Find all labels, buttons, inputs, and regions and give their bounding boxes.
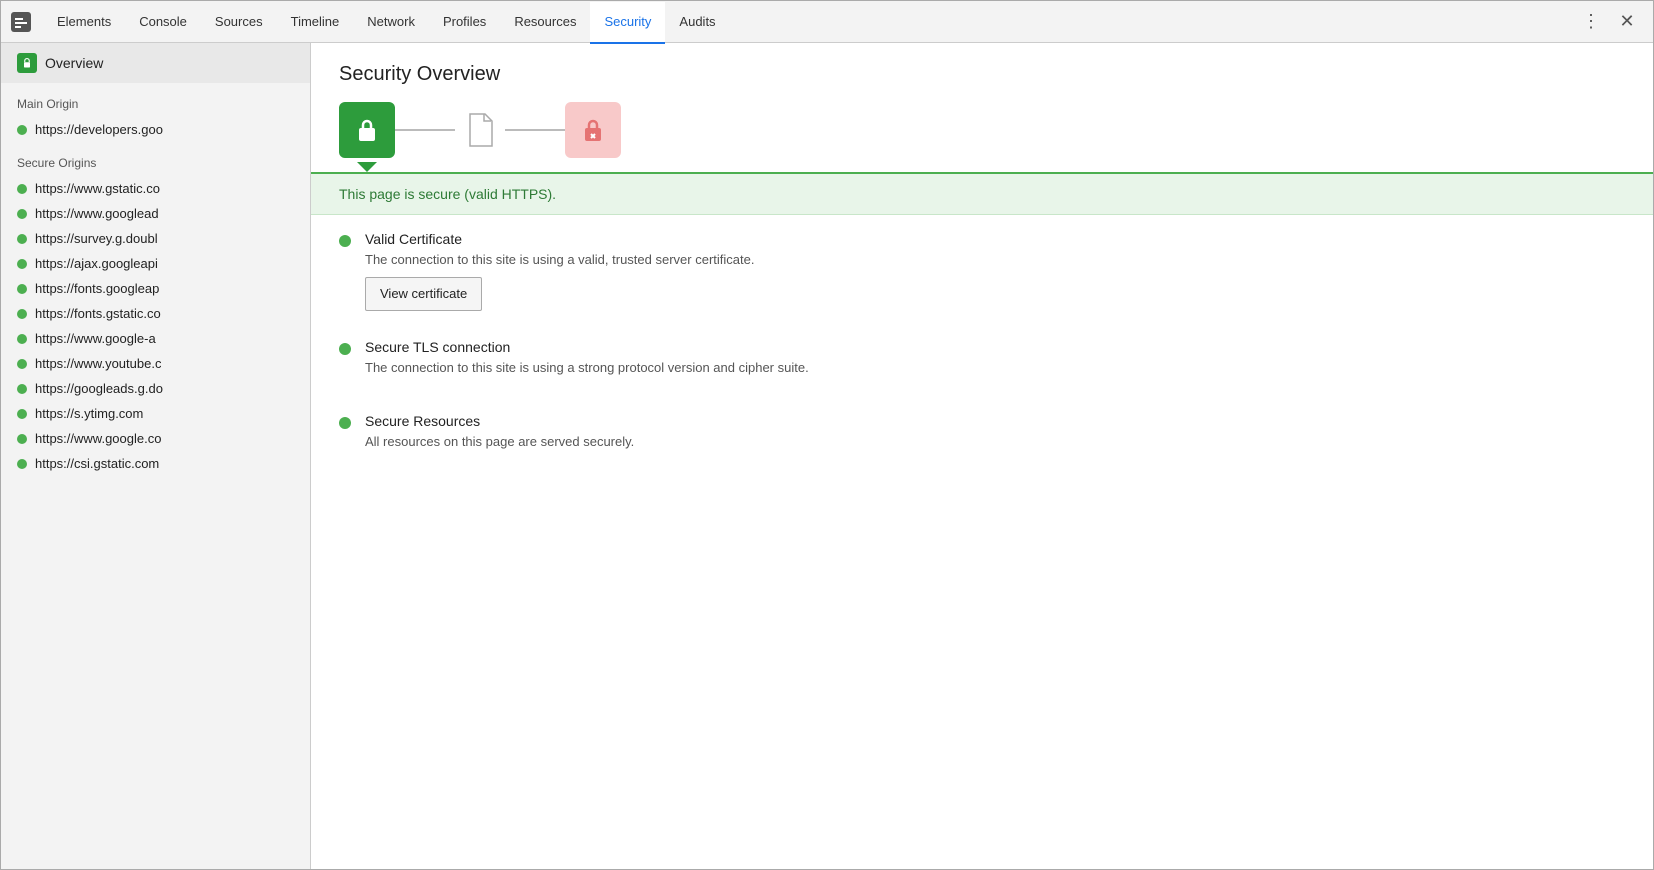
tab-timeline[interactable]: Timeline xyxy=(277,2,354,44)
origin-status-dot xyxy=(17,459,27,469)
tab-elements[interactable]: Elements xyxy=(43,2,125,44)
origin-status-dot xyxy=(17,434,27,444)
right-panel: Security Overview xyxy=(311,43,1653,869)
security-item-dot xyxy=(339,343,351,355)
security-diagram xyxy=(311,102,1653,158)
tab-sources[interactable]: Sources xyxy=(201,2,277,44)
list-item[interactable]: https://fonts.gstatic.co xyxy=(1,301,310,326)
document-icon xyxy=(455,102,505,158)
origin-status-dot xyxy=(17,184,27,194)
list-item[interactable]: https://survey.g.doubl xyxy=(1,226,310,251)
overview-lock-icon xyxy=(17,53,37,73)
origin-url: https://csi.gstatic.com xyxy=(35,456,159,471)
security-item-title: Secure Resources xyxy=(365,413,1625,429)
list-item[interactable]: https://ajax.googleapi xyxy=(1,251,310,276)
tab-console[interactable]: Console xyxy=(125,2,201,44)
diagram-pointer xyxy=(357,162,377,172)
devtools-frame: Elements Console Sources Timeline Networ… xyxy=(0,0,1654,870)
origin-url: https://www.googlead xyxy=(35,206,159,221)
security-item-title: Valid Certificate xyxy=(365,231,1625,247)
security-item-content: Valid Certificate The connection to this… xyxy=(365,231,1625,311)
origin-url: https://fonts.gstatic.co xyxy=(35,306,161,321)
view-certificate-button[interactable]: View certificate xyxy=(365,277,482,311)
connector-line-2 xyxy=(505,129,565,131)
security-item-description: All resources on this page are served se… xyxy=(365,434,1625,449)
main-origin-item[interactable]: https://developers.goo xyxy=(1,117,310,142)
list-item[interactable]: https://fonts.googleap xyxy=(1,276,310,301)
tab-audits[interactable]: Audits xyxy=(665,2,729,44)
origin-status-dot xyxy=(17,284,27,294)
origin-url: https://s.ytimg.com xyxy=(35,406,143,421)
main-content: Overview Main Origin https://developers.… xyxy=(1,43,1653,869)
sidebar-overview-label: Overview xyxy=(45,55,103,71)
origin-status-dot xyxy=(17,359,27,369)
main-origin-title: Main Origin xyxy=(1,83,310,117)
security-item-dot xyxy=(339,417,351,429)
origin-url: https://googleads.g.do xyxy=(35,381,163,396)
origin-status-dot xyxy=(17,125,27,135)
status-banner: This page is secure (valid HTTPS). xyxy=(311,172,1653,215)
insecure-lock-icon xyxy=(565,102,621,158)
origin-url: https://survey.g.doubl xyxy=(35,231,158,246)
security-item-description: The connection to this site is using a s… xyxy=(365,360,1625,375)
connector-line-1 xyxy=(395,129,455,131)
devtools-logo xyxy=(5,6,37,38)
tab-bar-actions: ⋮ ✕ xyxy=(1577,8,1649,36)
secure-origins-title: Secure Origins xyxy=(1,142,310,176)
list-item[interactable]: https://googleads.g.do xyxy=(1,376,310,401)
tab-bar: Elements Console Sources Timeline Networ… xyxy=(1,1,1653,43)
security-item-dot xyxy=(339,235,351,247)
list-item[interactable]: https://s.ytimg.com xyxy=(1,401,310,426)
sidebar-overview-item[interactable]: Overview xyxy=(1,43,310,83)
security-item-title: Secure TLS connection xyxy=(365,339,1625,355)
origin-status-dot xyxy=(17,384,27,394)
origin-url: https://www.google.co xyxy=(35,431,161,446)
origin-url: https://www.youtube.c xyxy=(35,356,161,371)
list-item[interactable]: https://www.youtube.c xyxy=(1,351,310,376)
tab-profiles[interactable]: Profiles xyxy=(429,2,500,44)
origin-status-dot xyxy=(17,334,27,344)
origin-status-dot xyxy=(17,259,27,269)
list-item[interactable]: https://www.googlead xyxy=(1,201,310,226)
list-item[interactable]: https://www.google-a xyxy=(1,326,310,351)
list-item[interactable]: https://www.google.co xyxy=(1,426,310,451)
origin-url: https://www.google-a xyxy=(35,331,156,346)
diagram-pointer-row xyxy=(311,162,1653,172)
origin-status-dot xyxy=(17,234,27,244)
security-item-description: The connection to this site is using a v… xyxy=(365,252,1625,267)
main-origin-url: https://developers.goo xyxy=(35,122,163,137)
secure-lock-icon xyxy=(339,102,395,158)
tab-network[interactable]: Network xyxy=(353,2,429,44)
security-item-certificate: Valid Certificate The connection to this… xyxy=(339,231,1625,311)
more-options-button[interactable]: ⋮ xyxy=(1577,8,1605,36)
security-item-tls: Secure TLS connection The connection to … xyxy=(339,339,1625,385)
security-items: Valid Certificate The connection to this… xyxy=(311,215,1653,503)
tab-security[interactable]: Security xyxy=(590,2,665,44)
sidebar: Overview Main Origin https://developers.… xyxy=(1,43,311,869)
status-message: This page is secure (valid HTTPS). xyxy=(339,186,556,202)
origin-url: https://ajax.googleapi xyxy=(35,256,158,271)
list-item[interactable]: https://www.gstatic.co xyxy=(1,176,310,201)
security-item-resources: Secure Resources All resources on this p… xyxy=(339,413,1625,459)
list-item[interactable]: https://csi.gstatic.com xyxy=(1,451,310,476)
origin-url: https://fonts.googleap xyxy=(35,281,159,296)
origin-status-dot xyxy=(17,309,27,319)
tab-resources[interactable]: Resources xyxy=(500,2,590,44)
security-item-content: Secure TLS connection The connection to … xyxy=(365,339,1625,385)
page-title: Security Overview xyxy=(311,43,1653,102)
origin-url: https://www.gstatic.co xyxy=(35,181,160,196)
close-button[interactable]: ✕ xyxy=(1613,8,1641,36)
origin-status-dot xyxy=(17,409,27,419)
origin-status-dot xyxy=(17,209,27,219)
security-item-content: Secure Resources All resources on this p… xyxy=(365,413,1625,459)
